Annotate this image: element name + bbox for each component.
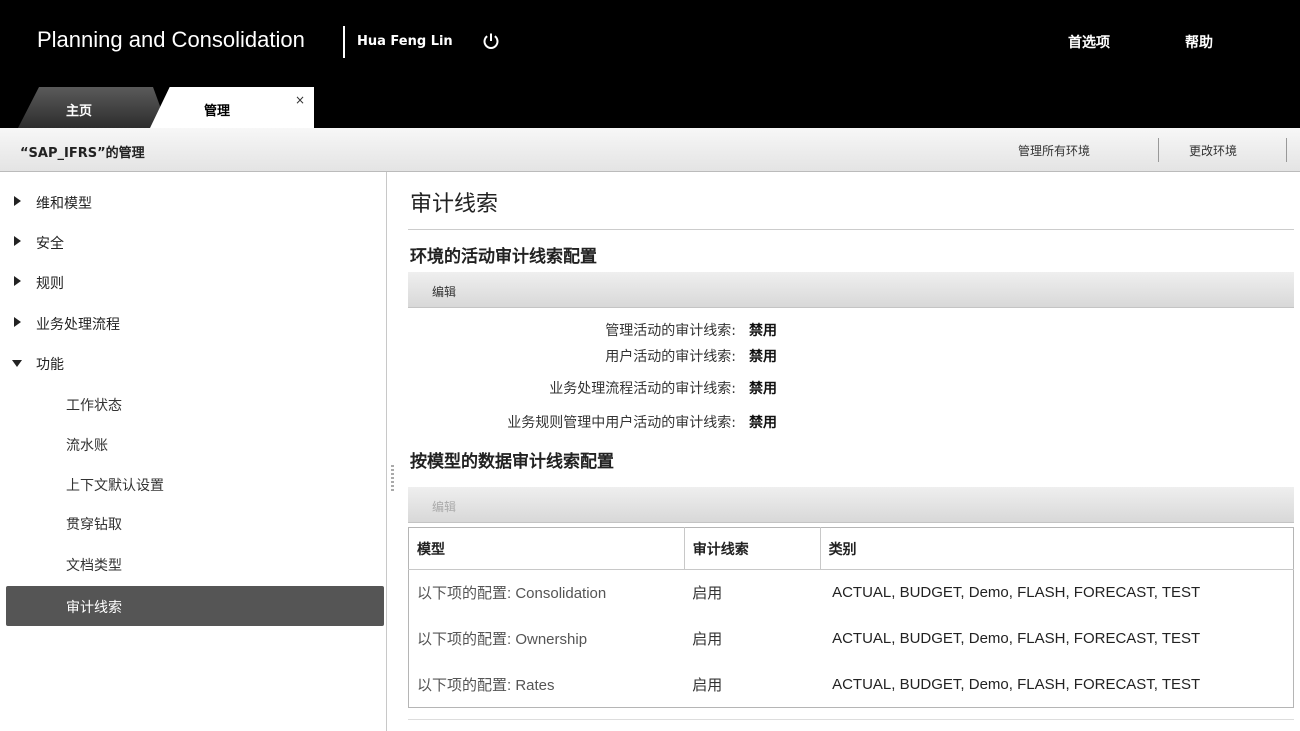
tab-admin[interactable]: 管理 × (150, 87, 314, 128)
divider (408, 229, 1294, 230)
tab-home-label: 主页 (66, 104, 93, 119)
sidebar-item-label: 业务处理流程 (36, 317, 120, 333)
user-name: Hua Feng Lin (357, 34, 453, 49)
environment-title: “SAP_IFRS”的管理 (20, 146, 145, 161)
sidebar-item-label: 功能 (36, 357, 64, 373)
triangle-right-icon (14, 276, 21, 286)
sidebar-item-label: 安全 (36, 236, 64, 252)
cell-categories: ACTUAL, BUDGET, Demo, FLASH, FORECAST, T… (832, 675, 1201, 693)
setting-label-user-activity: 用户活动的审计线索: (605, 349, 736, 365)
section-title-model-audit: 按模型的数据审计线索配置 (410, 452, 614, 472)
sidebar-item-features[interactable]: 功能 (0, 349, 387, 379)
setting-value-business-rules-activity: 禁用 (749, 415, 777, 431)
cell-audit: 启用 (692, 676, 723, 694)
close-icon[interactable]: × (295, 93, 305, 107)
sidebar-subitem-audit[interactable]: 审计线索 (6, 586, 384, 626)
divider (408, 719, 1294, 720)
setting-label-business-rules-activity: 业务规则管理中用户活动的审计线索: (507, 415, 736, 431)
edit-toolbar-environment: 编辑 (408, 272, 1294, 308)
sidebar-subitem-document-types[interactable]: 文档类型 (66, 555, 122, 575)
sidebar-item-business-process-flows[interactable]: 业务处理流程 (0, 309, 387, 339)
sidebar-subitem-journals[interactable]: 流水账 (66, 435, 108, 455)
column-header-category[interactable]: 类别 (820, 527, 1294, 570)
cell-model: 以下项的配置: Ownership (417, 631, 588, 648)
table-row[interactable]: 以下项的配置: Rates 启用 ACTUAL, BUDGET, Demo, F… (409, 662, 1294, 708)
tab-admin-shape (150, 87, 314, 128)
power-icon[interactable] (481, 31, 501, 51)
manage-all-environments-link[interactable]: 管理所有环境 (1018, 142, 1090, 159)
edit-button[interactable]: 编辑 (432, 283, 456, 300)
tab-home[interactable]: 主页 (18, 87, 168, 128)
cell-model: 以下项的配置: Consolidation (417, 585, 607, 603)
sidebar-subitem-label: 审计线索 (66, 600, 122, 616)
preferences-link[interactable]: 首选项 (1068, 32, 1110, 52)
cell-audit: 启用 (692, 631, 723, 648)
page-title: 审计线索 (410, 192, 499, 217)
table-row[interactable]: 以下项的配置: Consolidation 启用 ACTUAL, BUDGET,… (409, 570, 1294, 616)
table-row[interactable]: 以下项的配置: Ownership 启用 ACTUAL, BUDGET, Dem… (409, 616, 1294, 662)
triangle-right-icon (14, 196, 21, 206)
divider (1158, 138, 1159, 162)
environment-bar: “SAP_IFRS”的管理 管理所有环境 更改环境 (0, 128, 1300, 172)
sidebar-item-label: 规则 (36, 276, 64, 292)
sidebar-subitem-context-defaults[interactable]: 上下文默认设置 (66, 475, 164, 495)
section-title-environment-audit: 环境的活动审计线索配置 (410, 247, 597, 267)
sidebar-subitem-work-status[interactable]: 工作状态 (66, 395, 122, 415)
edit-toolbar-model: 编辑 (408, 487, 1294, 523)
model-audit-table: 模型 审计线索 类别 以下项的配置: Consolidation 启用 ACTU… (408, 527, 1294, 708)
tab-admin-label: 管理 (204, 104, 231, 119)
help-link[interactable]: 帮助 (1185, 32, 1213, 52)
sidebar-item-security[interactable]: 安全 (0, 228, 387, 258)
change-environment-link[interactable]: 更改环境 (1189, 142, 1237, 159)
triangle-down-icon (12, 360, 22, 367)
app-title: Planning and Consolidation (37, 27, 305, 52)
top-header: Planning and Consolidation Hua Feng Lin … (0, 0, 1300, 128)
sidebar-item-rules[interactable]: 规则 (0, 268, 387, 298)
triangle-right-icon (14, 317, 21, 327)
setting-value-user-activity: 禁用 (749, 349, 777, 365)
sidebar-nav: 维和模型 安全 规则 业务处理流程 功能 工作状态 流水账 上下文默认设置 贯穿… (0, 172, 387, 731)
cell-model: 以下项的配置: Rates (417, 676, 555, 694)
sidebar-item-label: 维和模型 (36, 196, 92, 212)
column-header-audit[interactable]: 审计线索 (684, 527, 821, 570)
main-content: 审计线索 环境的活动审计线索配置 编辑 管理活动的审计线索: 禁用 用户活动的审… (398, 172, 1300, 731)
cell-categories: ACTUAL, BUDGET, Demo, FLASH, FORECAST, T… (832, 630, 1201, 647)
triangle-right-icon (14, 236, 21, 246)
edit-button-disabled: 编辑 (432, 500, 457, 514)
column-header-model[interactable]: 模型 (408, 527, 685, 570)
cell-categories: ACTUAL, BUDGET, Demo, FLASH, FORECAST, T… (832, 584, 1201, 602)
setting-value-admin-activity: 禁用 (749, 323, 777, 339)
sidebar-item-dimensions-models[interactable]: 维和模型 (0, 188, 387, 218)
tab-home-shape (18, 87, 168, 128)
divider (1286, 138, 1287, 162)
title-separator (343, 26, 345, 58)
setting-value-bpf-activity: 禁用 (749, 381, 777, 397)
cell-audit: 启用 (692, 585, 723, 603)
splitter-handle[interactable] (391, 465, 394, 491)
table-header-row: 模型 审计线索 类别 (408, 527, 1294, 570)
setting-label-bpf-activity: 业务处理流程活动的审计线索: (549, 381, 736, 397)
sidebar-subitem-drill-through[interactable]: 贯穿钻取 (66, 514, 122, 534)
setting-label-admin-activity: 管理活动的审计线索: (605, 323, 736, 339)
